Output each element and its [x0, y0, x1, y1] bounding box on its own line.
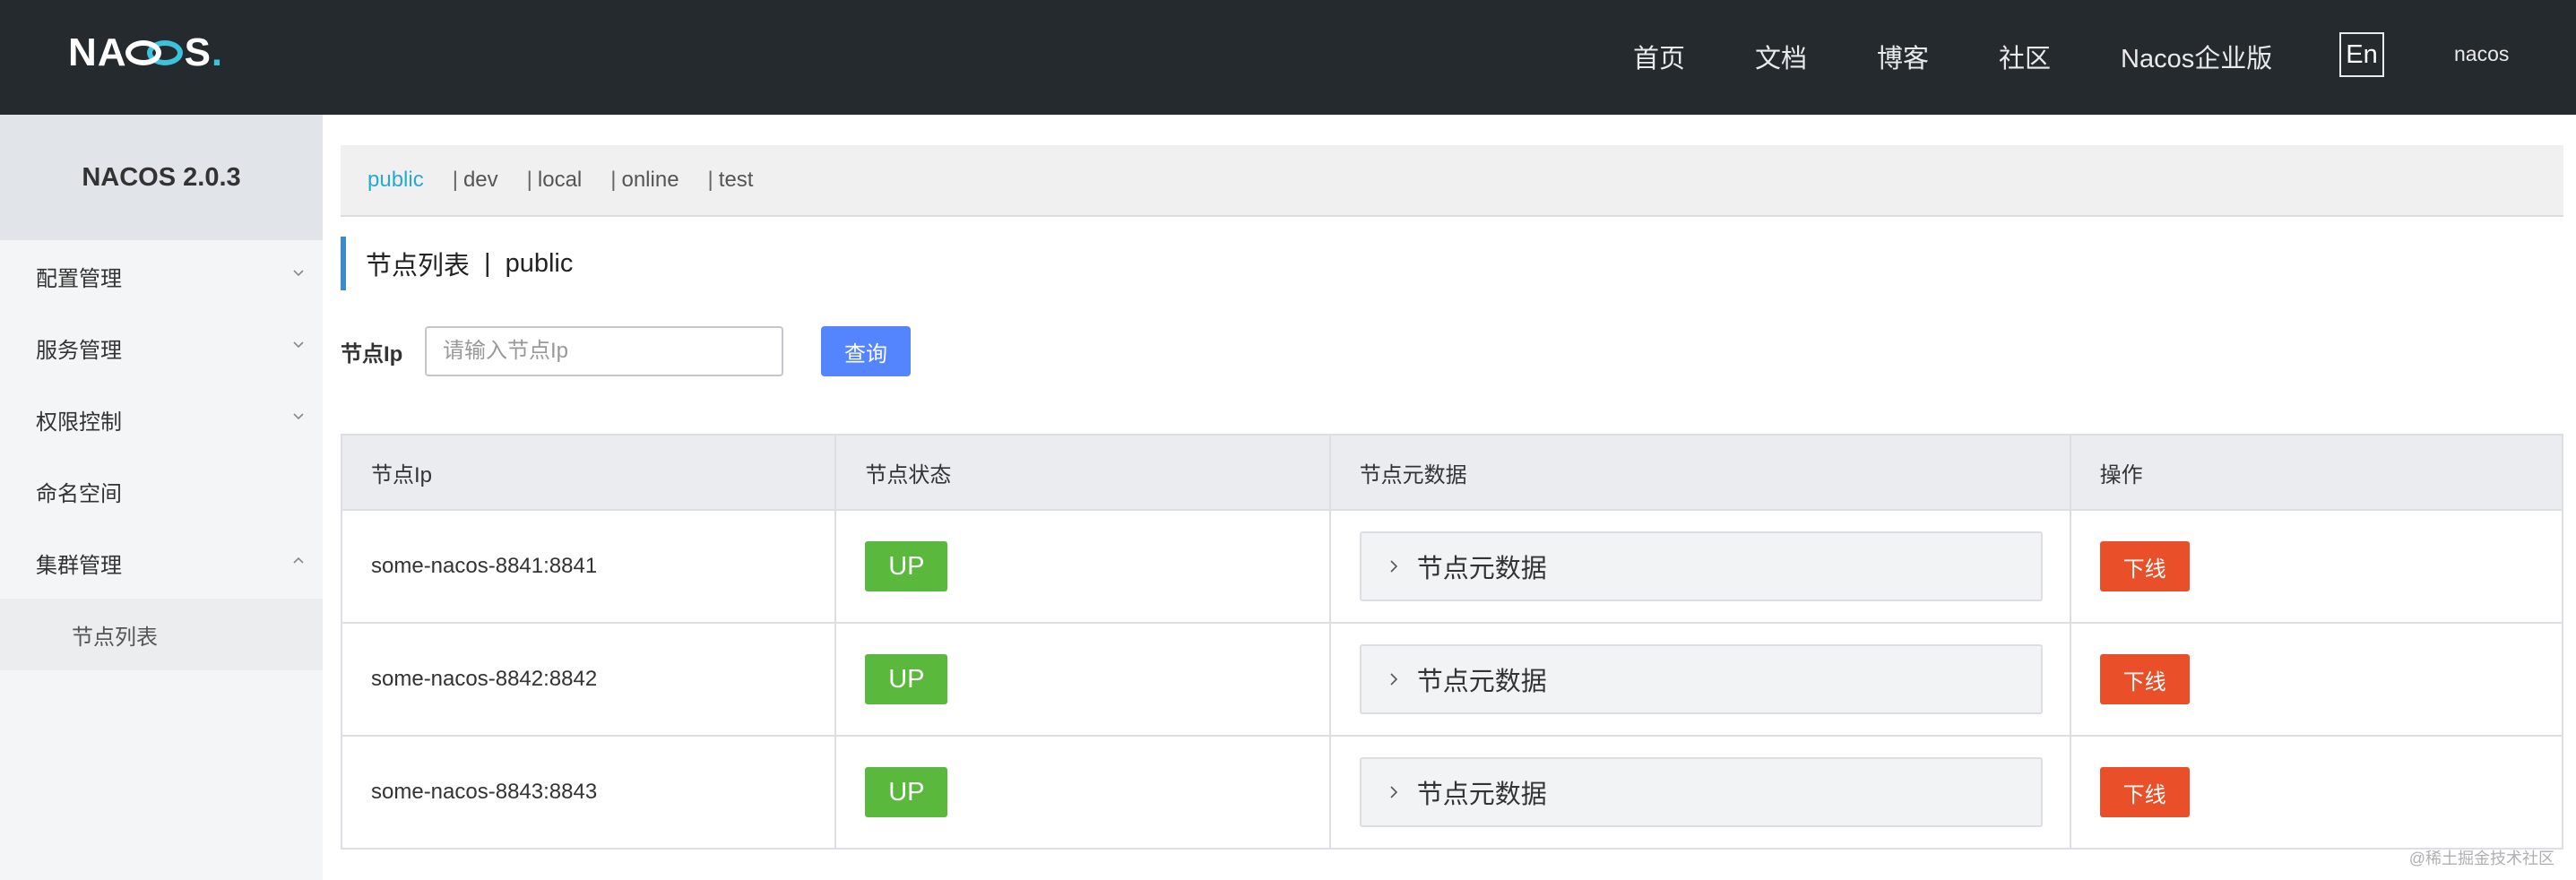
namespace-tab-public[interactable]: public: [367, 168, 424, 193]
chevron-down-icon: [293, 341, 304, 349]
sidebar: NACOS 2.0.3 配置管理 服务管理 权限控制 命名空间 集群管理 节点列…: [0, 115, 323, 880]
logo-dot: .: [211, 30, 224, 74]
main-content: public | dev | local | online | test 节点列…: [323, 115, 2576, 880]
user-name[interactable]: nacos: [2454, 42, 2509, 66]
sidebar-item-label: 集群管理: [36, 553, 122, 578]
namespace-separator: |: [707, 168, 713, 192]
logo-ring-icon: [125, 40, 161, 65]
namespace-tab-local[interactable]: local: [538, 168, 582, 193]
chevron-right-icon: [1390, 560, 1397, 573]
top-nav-bar: NA S . 首页 文档 博客 社区 Nacos企业版 En nacos: [0, 0, 2576, 115]
table-row: some-nacos-8842:8842 UP 节点元数据 下线: [340, 622, 2564, 737]
search-form: 节点Ip 查询: [341, 326, 911, 376]
node-ip-cell: some-nacos-8842:8842: [340, 622, 837, 737]
node-action-cell: 下线: [2069, 509, 2564, 624]
query-button[interactable]: 查询: [821, 326, 911, 376]
sidebar-item-label: 配置管理: [36, 266, 122, 291]
node-metadata-cell: 节点元数据: [1328, 735, 2071, 850]
watermark: @稀土掘金技术社区: [2408, 850, 2554, 867]
column-header-actions: 操作: [2069, 434, 2564, 511]
table-header-row: 节点Ip 节点状态 节点元数据 操作: [340, 434, 2564, 511]
metadata-label: 节点元数据: [1416, 668, 1547, 696]
column-header-metadata: 节点元数据: [1328, 434, 2071, 511]
node-status-cell: UP: [834, 622, 1331, 737]
table-row: some-nacos-8841:8841 UP 节点元数据 下线: [340, 509, 2564, 624]
metadata-label: 节点元数据: [1416, 555, 1547, 583]
node-action-cell: 下线: [2069, 735, 2564, 850]
sidebar-item-label: 命名空间: [36, 481, 122, 506]
node-metadata-cell: 节点元数据: [1328, 622, 2071, 737]
page-title-separator: |: [484, 248, 491, 278]
node-ip-cell: some-nacos-8843:8843: [340, 735, 837, 850]
namespace-separator: |: [452, 168, 458, 192]
namespace-separator: |: [610, 168, 617, 192]
nav-home[interactable]: 首页: [1633, 38, 1685, 75]
node-table: 节点Ip 节点状态 节点元数据 操作 some-nacos-8841:8841 …: [340, 434, 2564, 850]
page-title-text: 节点列表: [366, 252, 471, 280]
chevron-right-icon: [1390, 786, 1397, 798]
chevron-down-icon: [293, 270, 304, 277]
sidebar-version-title: NACOS 2.0.3: [0, 115, 323, 240]
sidebar-subitem-node-list[interactable]: 节点列表: [0, 599, 323, 670]
column-header-ip: 节点Ip: [340, 434, 837, 511]
node-status-cell: UP: [834, 509, 1331, 624]
status-badge: UP: [865, 654, 948, 704]
sidebar-item-label: 权限控制: [36, 410, 122, 435]
namespace-tab-online[interactable]: online: [621, 168, 679, 193]
search-label: 节点Ip: [341, 341, 403, 367]
page-title-namespace: public: [505, 248, 574, 278]
sidebar-item-namespace[interactable]: 命名空间: [0, 455, 323, 527]
status-badge: UP: [865, 541, 948, 591]
logo-text-right: S: [184, 30, 212, 74]
chevron-down-icon: [293, 413, 304, 420]
sidebar-item-label: 服务管理: [36, 338, 122, 363]
nav-enterprise[interactable]: Nacos企业版: [2121, 38, 2272, 75]
column-header-status: 节点状态: [834, 434, 1331, 511]
metadata-expander[interactable]: 节点元数据: [1359, 531, 2043, 601]
offline-button[interactable]: 下线: [2099, 541, 2190, 591]
status-badge: UP: [865, 767, 948, 817]
metadata-expander[interactable]: 节点元数据: [1359, 644, 2043, 714]
chevron-up-icon: [293, 556, 304, 564]
namespace-separator: |: [526, 168, 532, 192]
namespace-bar: public | dev | local | online | test: [341, 145, 2563, 217]
metadata-label: 节点元数据: [1416, 781, 1547, 809]
node-ip-search-input[interactable]: [425, 326, 783, 376]
node-ip-cell: some-nacos-8841:8841: [340, 509, 837, 624]
namespace-tab-test[interactable]: test: [719, 168, 754, 193]
nav-docs[interactable]: 文档: [1755, 38, 1807, 75]
offline-button[interactable]: 下线: [2099, 654, 2190, 704]
sidebar-item-config[interactable]: 配置管理: [0, 240, 323, 312]
nacos-logo[interactable]: NA S .: [68, 30, 224, 74]
sidebar-item-auth[interactable]: 权限控制: [0, 384, 323, 455]
chevron-right-icon: [1390, 673, 1397, 686]
offline-button[interactable]: 下线: [2099, 767, 2190, 817]
table-row: some-nacos-8843:8843 UP 节点元数据 下线: [340, 735, 2564, 850]
namespace-tab-dev[interactable]: dev: [463, 168, 498, 193]
node-metadata-cell: 节点元数据: [1328, 509, 2071, 624]
logo-text-left: NA: [68, 30, 127, 74]
node-action-cell: 下线: [2069, 622, 2564, 737]
sidebar-item-service[interactable]: 服务管理: [0, 312, 323, 384]
sidebar-item-cluster[interactable]: 集群管理: [0, 527, 323, 599]
metadata-expander[interactable]: 节点元数据: [1359, 757, 2043, 827]
page-title: 节点列表 | public: [341, 237, 573, 290]
language-toggle-button[interactable]: En: [2339, 32, 2384, 77]
nav-blog[interactable]: 博客: [1877, 38, 1929, 75]
nav-community[interactable]: 社区: [1999, 38, 2051, 75]
node-status-cell: UP: [834, 735, 1331, 850]
